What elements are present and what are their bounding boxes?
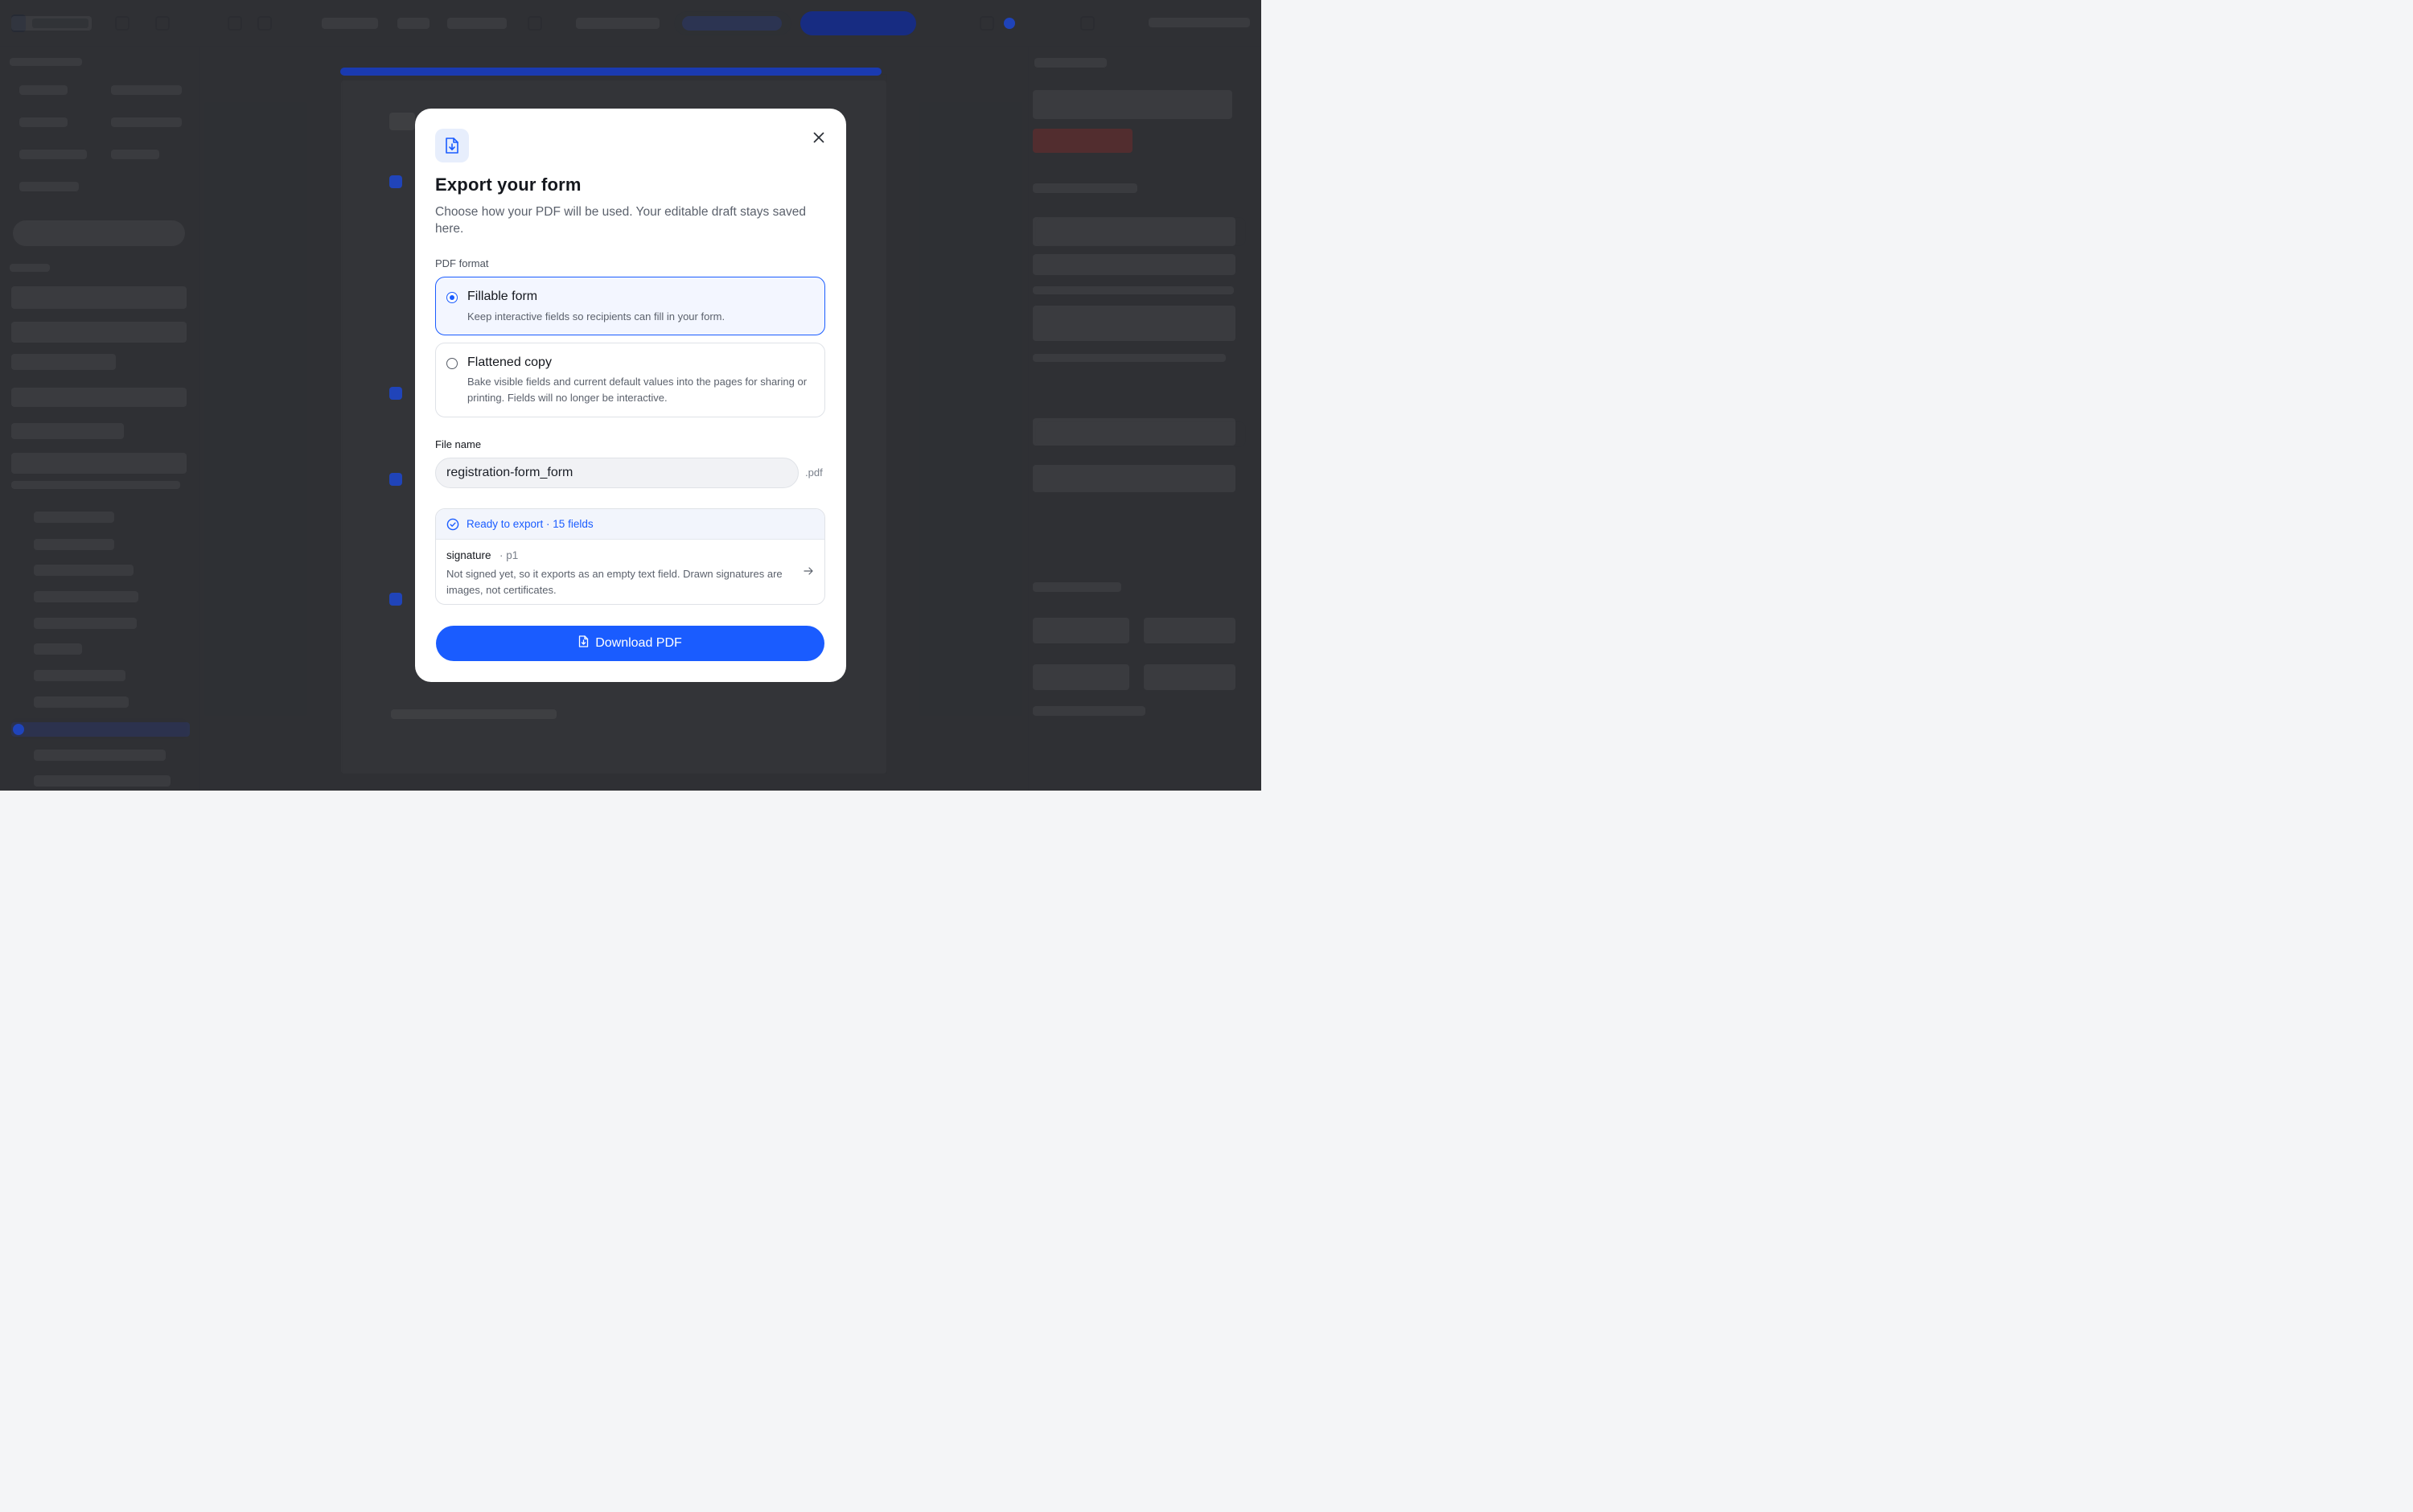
option-description: Keep interactive fields so recipients ca… [467, 310, 726, 323]
check-circle-icon [446, 518, 459, 535]
radio-flattened-copy[interactable] [446, 358, 458, 369]
export-status-panel: Ready to export · 15 fields signature · … [435, 508, 825, 605]
modal-subtitle: Choose how your PDF will be used. Your e… [435, 205, 806, 236]
file-download-icon [435, 129, 469, 162]
file-download-icon [578, 635, 589, 651]
app-window: Export your form Choose how your PDF wil… [0, 0, 1261, 791]
radio-fillable-form[interactable] [446, 292, 458, 303]
issue-description: Not signed yet, so it exports as an empt… [446, 568, 783, 596]
modal-title: Export your form [435, 175, 582, 195]
option-fillable-form[interactable]: Fillable form Keep interactive fields so… [435, 277, 825, 335]
pdf-format-label: PDF format [435, 257, 489, 269]
file-extension: .pdf [805, 466, 823, 479]
ready-header: Ready to export · 15 fields [436, 509, 824, 540]
issue-field-name: signature [446, 549, 491, 561]
file-name-input[interactable] [435, 458, 799, 488]
close-icon[interactable] [808, 127, 829, 148]
ready-status-text: Ready to export · 15 fields [467, 518, 594, 530]
option-title: Fillable form [467, 290, 538, 303]
option-flattened-copy[interactable]: Flattened copy Bake visible fields and c… [435, 343, 825, 417]
export-modal: Export your form Choose how your PDF wil… [415, 109, 846, 682]
download-pdf-button[interactable]: Download PDF [436, 626, 824, 661]
file-name-label: File name [435, 438, 482, 450]
issue-row-signature[interactable]: signature · p1 Not signed yet, so it exp… [436, 540, 824, 604]
arrow-right-icon[interactable] [804, 565, 813, 580]
download-pdf-label: Download PDF [595, 636, 682, 650]
option-description: Bake visible fields and current default … [467, 376, 808, 404]
option-title: Flattened copy [467, 355, 552, 369]
issue-page: · p1 [499, 549, 519, 561]
